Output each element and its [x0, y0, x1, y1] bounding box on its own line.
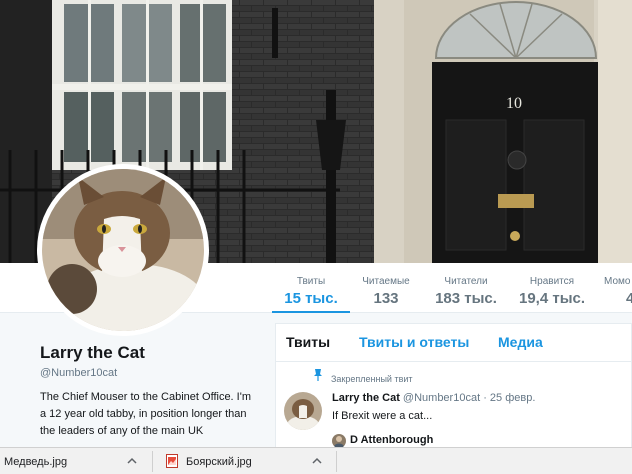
quoted-author-name[interactable]: D Attenborough [350, 434, 433, 446]
profile-avatar[interactable] [37, 164, 209, 336]
profile-name[interactable]: Larry the Cat [40, 343, 145, 363]
person-avatar-small [332, 434, 346, 447]
stat-followers-value: 183 тыс. [435, 290, 497, 307]
tweet-author-avatar[interactable] [284, 392, 322, 430]
download-separator [152, 451, 153, 472]
tweet-text: If Brexit were a cat... [332, 410, 433, 422]
tab-media[interactable]: Медиа [498, 334, 543, 350]
tweet-author-name[interactable]: Larry the Cat [332, 392, 400, 404]
download-shelf: Медведь.jpg Боярский.jpg [0, 447, 632, 474]
stat-following[interactable]: Читаемые 133 [350, 263, 422, 313]
stat-tweets-label: Твиты [296, 276, 326, 287]
stat-following-label: Читаемые [362, 276, 410, 287]
download-item-1[interactable]: Медведь.jpg [0, 448, 150, 474]
tweet-author-handle[interactable]: @Number10cat [403, 392, 480, 404]
pinned-tweet-label: Закрепленный твит [331, 374, 413, 384]
stat-moments[interactable]: Момо 4 [604, 263, 632, 313]
download-item-2-name: Боярский.jpg [186, 456, 252, 468]
timeline-panel: Твиты Твиты и ответы Медиа Закрепленный … [275, 323, 632, 447]
profile-bio: The Chief Mouser to the Cabinet Office. … [40, 391, 251, 437]
stat-tweets[interactable]: Твиты 15 тыс. [272, 263, 350, 314]
chevron-up-icon[interactable] [127, 457, 137, 465]
stat-following-value: 133 [373, 290, 399, 307]
pin-icon [314, 369, 322, 381]
download-separator [336, 451, 337, 472]
tweet-date[interactable]: 25 февр. [490, 392, 535, 404]
cat-avatar-image [42, 169, 204, 331]
stat-followers[interactable]: Читатели 183 тыс. [430, 263, 502, 313]
timeline-tabs: Твиты Твиты и ответы Медиа [276, 324, 631, 362]
cat-avatar-small [284, 392, 322, 430]
quoted-author-avatar[interactable] [332, 434, 346, 447]
stat-likes-label: Нравится [529, 276, 575, 287]
stat-likes[interactable]: Нравится 19,4 тыс. [514, 263, 590, 313]
stat-moments-value: 4 [626, 290, 632, 307]
download-item-1-name: Медведь.jpg [4, 456, 68, 468]
stat-followers-label: Читатели [444, 276, 488, 287]
stat-likes-value: 19,4 тыс. [518, 290, 586, 307]
tweet-header: Larry the Cat @Number10cat · 25 февр. [332, 392, 535, 404]
stat-moments-label: Момо [604, 276, 631, 287]
download-item-2[interactable]: Боярский.jpg [154, 448, 334, 474]
profile-handle[interactable]: @Number10cat [40, 367, 117, 379]
timeline-column: Твиты Твиты и ответы Медиа Закрепленный … [275, 313, 632, 447]
svg-text:10: 10 [506, 95, 522, 112]
chevron-up-icon[interactable] [312, 457, 322, 465]
tweet-separator: · [483, 392, 487, 404]
stat-tweets-value: 15 тыс. [284, 290, 338, 307]
image-file-icon [166, 454, 178, 468]
tab-tweets[interactable]: Твиты [286, 334, 330, 350]
tab-tweets-and-replies[interactable]: Твиты и ответы [359, 334, 469, 350]
